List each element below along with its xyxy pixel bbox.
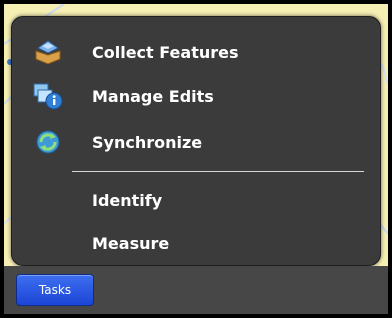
menu-item-collect-features[interactable]: Collect Features: [32, 37, 239, 67]
menu-item-label: Manage Edits: [92, 86, 214, 106]
menu-item-label: Identify: [92, 190, 163, 210]
menu-item-label: Collect Features: [92, 42, 239, 62]
tasks-button[interactable]: Tasks: [16, 274, 94, 306]
menu-item-label: Measure: [92, 233, 170, 253]
menu-item-measure[interactable]: Measure: [32, 228, 169, 258]
bottom-toolbar: Tasks: [4, 266, 388, 314]
menu-item-manage-edits[interactable]: Manage Edits: [32, 81, 214, 111]
menu-item-identify[interactable]: Identify: [32, 185, 162, 215]
collect-features-icon: [32, 37, 70, 67]
menu-item-synchronize[interactable]: Synchronize: [32, 127, 202, 157]
tasks-menu: Collect Features Manage Edits Synchroniz…: [11, 16, 381, 266]
menu-divider: [72, 171, 364, 172]
manage-edits-icon: [32, 81, 70, 111]
menu-item-label: Synchronize: [92, 132, 203, 152]
app-frame: Collect Features Manage Edits Synchroniz…: [4, 4, 388, 314]
synchronize-icon: [32, 127, 70, 157]
